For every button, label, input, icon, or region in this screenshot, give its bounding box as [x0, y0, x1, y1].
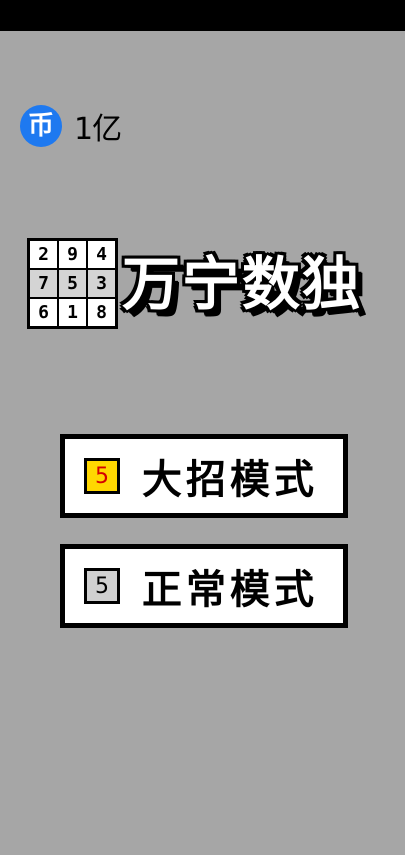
big-move-mode-label: 大招模式 [142, 457, 318, 503]
normal-mode-button[interactable]: 5 正常模式 [60, 544, 348, 628]
logo-cell: 2 [30, 241, 57, 268]
five-digit-icon: 5 [84, 568, 120, 604]
logo-cell: 9 [59, 241, 86, 268]
normal-mode-label: 正常模式 [142, 567, 318, 613]
big-move-mode-button[interactable]: 5 大招模式 [60, 434, 348, 518]
coin-balance: 币 1亿 [20, 105, 122, 147]
logo-cell: 3 [88, 270, 115, 297]
logo-cell: 7 [30, 270, 57, 297]
coin-icon: 币 [20, 105, 62, 147]
logo-cell: 1 [59, 299, 86, 326]
logo-cell: 4 [88, 241, 115, 268]
coin-amount: 1亿 [74, 112, 122, 147]
status-bar [0, 0, 405, 31]
five-digit-icon: 5 [84, 458, 120, 494]
game-title: 万宁数独 [122, 250, 363, 318]
logo-cell: 6 [30, 299, 57, 326]
logo-cell: 8 [88, 299, 115, 326]
logo-cell: 5 [59, 270, 86, 297]
sudoku-logo: 2 9 4 7 5 3 6 1 8 [27, 238, 118, 329]
